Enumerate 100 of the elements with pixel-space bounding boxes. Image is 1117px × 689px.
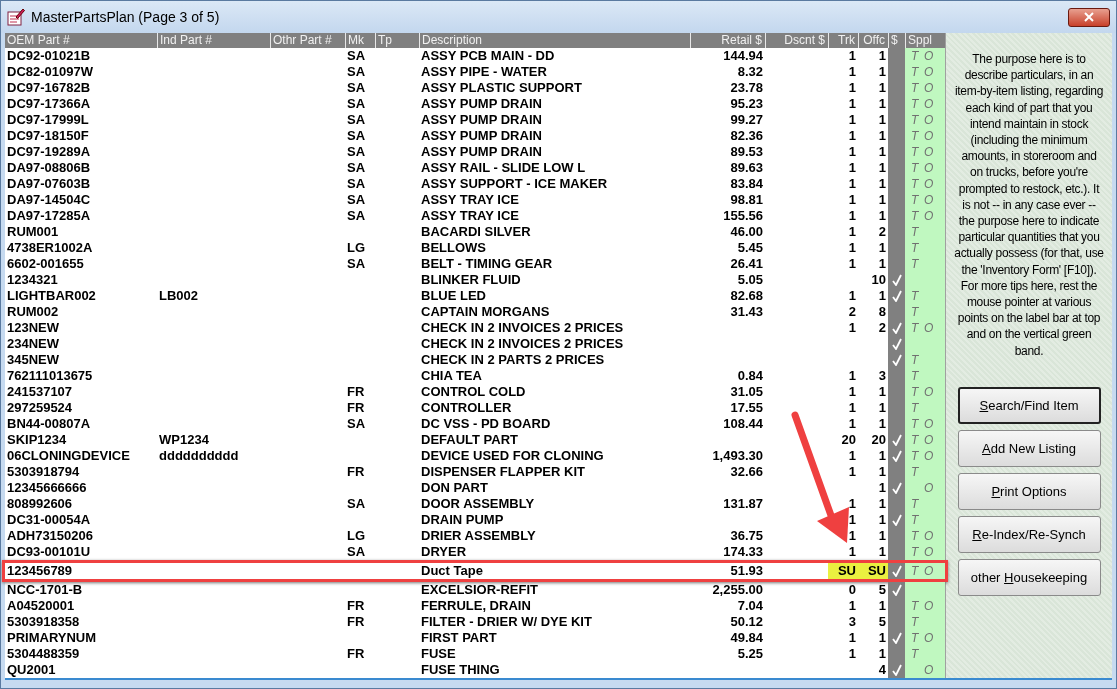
truck-mark[interactable]: T xyxy=(911,528,918,544)
action-button[interactable]: Add New Listing xyxy=(957,429,1101,467)
truck-mark[interactable]: T xyxy=(911,512,918,528)
office-mark[interactable]: O xyxy=(924,64,931,80)
truck-mark[interactable]: T xyxy=(911,614,918,630)
office-mark[interactable]: O xyxy=(924,96,931,112)
office-mark[interactable]: O xyxy=(924,432,931,448)
supply-band-cell[interactable]: T xyxy=(905,614,945,630)
supply-band-cell[interactable] xyxy=(905,582,945,598)
supply-band-cell[interactable]: T xyxy=(905,352,945,368)
truck-mark[interactable]: T xyxy=(911,368,918,384)
column-header[interactable]: Description xyxy=(419,33,690,48)
column-header[interactable]: OEM Part # xyxy=(5,33,157,48)
truck-mark[interactable]: T xyxy=(911,496,918,512)
truck-mark[interactable]: T xyxy=(911,96,918,112)
supply-band-cell[interactable]: T O xyxy=(905,563,945,579)
office-mark[interactable]: O xyxy=(924,563,931,579)
truck-mark[interactable]: T xyxy=(911,240,918,256)
truck-mark[interactable]: T xyxy=(911,128,918,144)
truck-mark[interactable]: T xyxy=(911,352,918,368)
supply-band-cell[interactable]: T O xyxy=(905,630,945,646)
office-mark[interactable]: O xyxy=(924,112,931,128)
supply-band-cell[interactable]: T O xyxy=(905,192,945,208)
supply-band-cell[interactable]: T xyxy=(905,368,945,384)
column-header[interactable]: Dscnt $ xyxy=(765,33,828,48)
truck-mark[interactable]: T xyxy=(911,160,918,176)
truck-mark[interactable]: T xyxy=(911,400,918,416)
truck-mark[interactable]: T xyxy=(911,416,918,432)
supply-band-cell[interactable]: T O xyxy=(905,48,945,64)
truck-mark[interactable]: T xyxy=(911,646,918,662)
action-button[interactable]: Print Options xyxy=(957,472,1101,510)
truck-mark[interactable]: T xyxy=(911,112,918,128)
supply-band-cell[interactable]: T xyxy=(905,646,945,662)
office-mark[interactable]: O xyxy=(924,384,931,400)
supply-band-cell[interactable]: T xyxy=(905,288,945,304)
truck-mark[interactable]: T xyxy=(911,192,918,208)
office-mark[interactable]: O xyxy=(924,160,931,176)
truck-mark[interactable]: T xyxy=(911,144,918,160)
column-header[interactable]: Othr Part # xyxy=(270,33,345,48)
truck-mark[interactable]: T xyxy=(911,432,918,448)
office-mark[interactable]: O xyxy=(924,480,931,496)
supply-band-cell[interactable]: T O xyxy=(905,96,945,112)
column-header[interactable]: Mk xyxy=(345,33,375,48)
supply-band-cell[interactable]: T O xyxy=(905,598,945,614)
office-mark[interactable]: O xyxy=(924,528,931,544)
column-header[interactable]: Tp xyxy=(375,33,419,48)
supply-band-cell[interactable]: T O xyxy=(905,528,945,544)
office-mark[interactable]: O xyxy=(924,598,931,614)
supply-band-cell[interactable]: T O xyxy=(905,128,945,144)
office-mark[interactable]: O xyxy=(924,662,931,678)
action-button[interactable]: Re-Index/Re-Synch xyxy=(957,515,1101,553)
action-button[interactable]: other Housekeeping xyxy=(957,558,1101,596)
truck-mark[interactable]: T xyxy=(911,208,918,224)
office-mark[interactable]: O xyxy=(924,48,931,64)
supply-band-cell[interactable]: T O xyxy=(905,432,945,448)
close-button[interactable] xyxy=(1068,7,1110,27)
truck-mark[interactable]: T xyxy=(911,320,918,336)
supply-band-cell[interactable]: O xyxy=(905,480,945,496)
truck-mark[interactable]: T xyxy=(911,176,918,192)
truck-mark[interactable]: T xyxy=(911,448,918,464)
supply-band-cell[interactable]: T O xyxy=(905,416,945,432)
truck-mark[interactable]: T xyxy=(911,64,918,80)
truck-mark[interactable]: T xyxy=(911,304,918,320)
office-mark[interactable]: O xyxy=(924,144,931,160)
column-header[interactable]: Retail $ xyxy=(690,33,765,48)
office-mark[interactable]: O xyxy=(924,416,931,432)
column-header[interactable]: Offc xyxy=(858,33,888,48)
supply-band-cell[interactable]: T xyxy=(905,256,945,272)
supply-band-cell[interactable]: T O xyxy=(905,64,945,80)
supply-band-cell[interactable]: T O xyxy=(905,160,945,176)
supply-band-cell[interactable]: T xyxy=(905,464,945,480)
truck-mark[interactable]: T xyxy=(911,563,918,579)
truck-mark[interactable]: T xyxy=(911,384,918,400)
supply-band-cell[interactable]: T O xyxy=(905,112,945,128)
supply-band-cell[interactable]: T O xyxy=(905,208,945,224)
office-mark[interactable]: O xyxy=(924,192,931,208)
truck-mark[interactable]: T xyxy=(911,288,918,304)
column-header[interactable]: Ind Part # xyxy=(157,33,270,48)
supply-band-cell[interactable]: O xyxy=(905,662,945,678)
truck-mark[interactable]: T xyxy=(911,464,918,480)
office-mark[interactable]: O xyxy=(924,128,931,144)
truck-mark[interactable]: T xyxy=(911,80,918,96)
truck-mark[interactable]: T xyxy=(911,48,918,64)
supply-band-cell[interactable]: T O xyxy=(905,384,945,400)
supply-band-cell[interactable]: T xyxy=(905,224,945,240)
supply-band-cell[interactable]: T O xyxy=(905,80,945,96)
action-button[interactable]: Search/Find Item xyxy=(957,386,1101,424)
supply-band-cell[interactable]: T O xyxy=(905,320,945,336)
truck-mark[interactable]: T xyxy=(911,630,918,646)
office-mark[interactable]: O xyxy=(924,448,931,464)
truck-mark[interactable]: T xyxy=(911,224,918,240)
supply-band-cell[interactable]: T xyxy=(905,400,945,416)
office-mark[interactable]: O xyxy=(924,176,931,192)
office-mark[interactable]: O xyxy=(924,320,931,336)
truck-mark[interactable]: T xyxy=(911,598,918,614)
truck-mark[interactable]: T xyxy=(911,256,918,272)
supply-band-cell[interactable]: T O xyxy=(905,544,945,560)
office-mark[interactable]: O xyxy=(924,80,931,96)
office-mark[interactable]: O xyxy=(924,544,931,560)
supply-band-cell[interactable]: T xyxy=(905,512,945,528)
